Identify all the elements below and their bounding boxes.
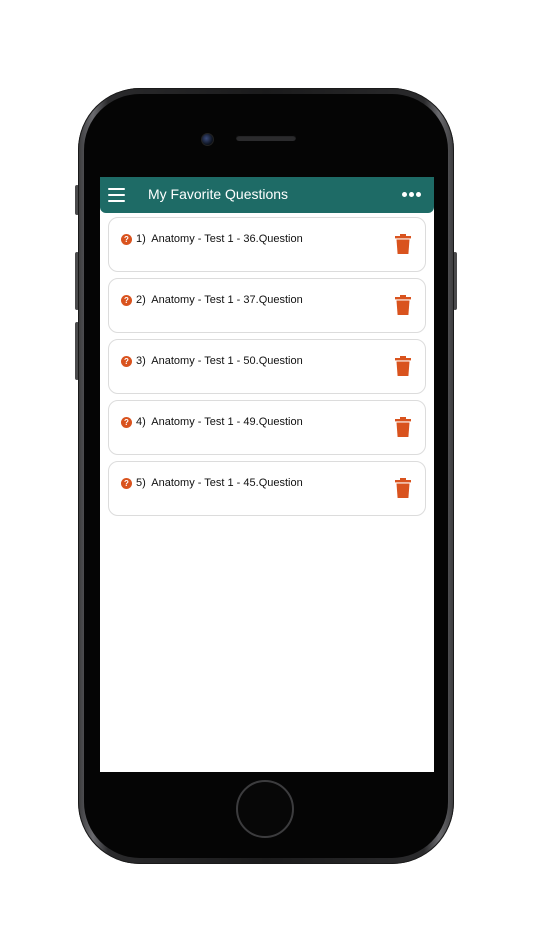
app-screen: My Favorite Questions ? 1) Anatomy - Tes… bbox=[100, 177, 434, 772]
favorite-question-item[interactable]: ? 1) Anatomy - Test 1 - 36.Question bbox=[108, 217, 426, 272]
favorite-question-label: 2) Anatomy - Test 1 - 37.Question bbox=[136, 294, 303, 306]
home-button[interactable] bbox=[236, 780, 294, 838]
question-circle-icon: ? bbox=[121, 295, 132, 306]
favorite-question-item[interactable]: ? 3) Anatomy - Test 1 - 50.Question bbox=[108, 339, 426, 394]
trash-icon[interactable] bbox=[395, 356, 411, 376]
favorite-question-label: 4) Anatomy - Test 1 - 49.Question bbox=[136, 416, 303, 428]
device-mockup: My Favorite Questions ? 1) Anatomy - Tes… bbox=[0, 0, 534, 950]
favorite-question-label: 5) Anatomy - Test 1 - 45.Question bbox=[136, 477, 303, 489]
trash-icon[interactable] bbox=[395, 478, 411, 498]
more-horizontal-icon[interactable] bbox=[402, 192, 422, 198]
trash-icon[interactable] bbox=[395, 295, 411, 315]
page-title: My Favorite Questions bbox=[148, 186, 289, 202]
favorite-question-label: 1) Anatomy - Test 1 - 36.Question bbox=[136, 233, 303, 245]
question-circle-icon: ? bbox=[121, 417, 132, 428]
question-circle-icon: ? bbox=[121, 478, 132, 489]
trash-icon[interactable] bbox=[395, 417, 411, 437]
favorite-question-item[interactable]: ? 2) Anatomy - Test 1 - 37.Question bbox=[108, 278, 426, 333]
question-circle-icon: ? bbox=[121, 356, 132, 367]
favorite-question-label: 3) Anatomy - Test 1 - 50.Question bbox=[136, 355, 303, 367]
hamburger-menu-icon[interactable] bbox=[108, 188, 125, 202]
front-camera bbox=[201, 133, 214, 146]
favorites-list: ? 1) Anatomy - Test 1 - 36.Question ? 2)… bbox=[108, 217, 426, 522]
trash-icon[interactable] bbox=[395, 234, 411, 254]
favorite-question-item[interactable]: ? 4) Anatomy - Test 1 - 49.Question bbox=[108, 400, 426, 455]
question-circle-icon: ? bbox=[121, 234, 132, 245]
favorite-question-item[interactable]: ? 5) Anatomy - Test 1 - 45.Question bbox=[108, 461, 426, 516]
earpiece-speaker bbox=[236, 135, 296, 141]
app-bar: My Favorite Questions bbox=[100, 177, 434, 213]
